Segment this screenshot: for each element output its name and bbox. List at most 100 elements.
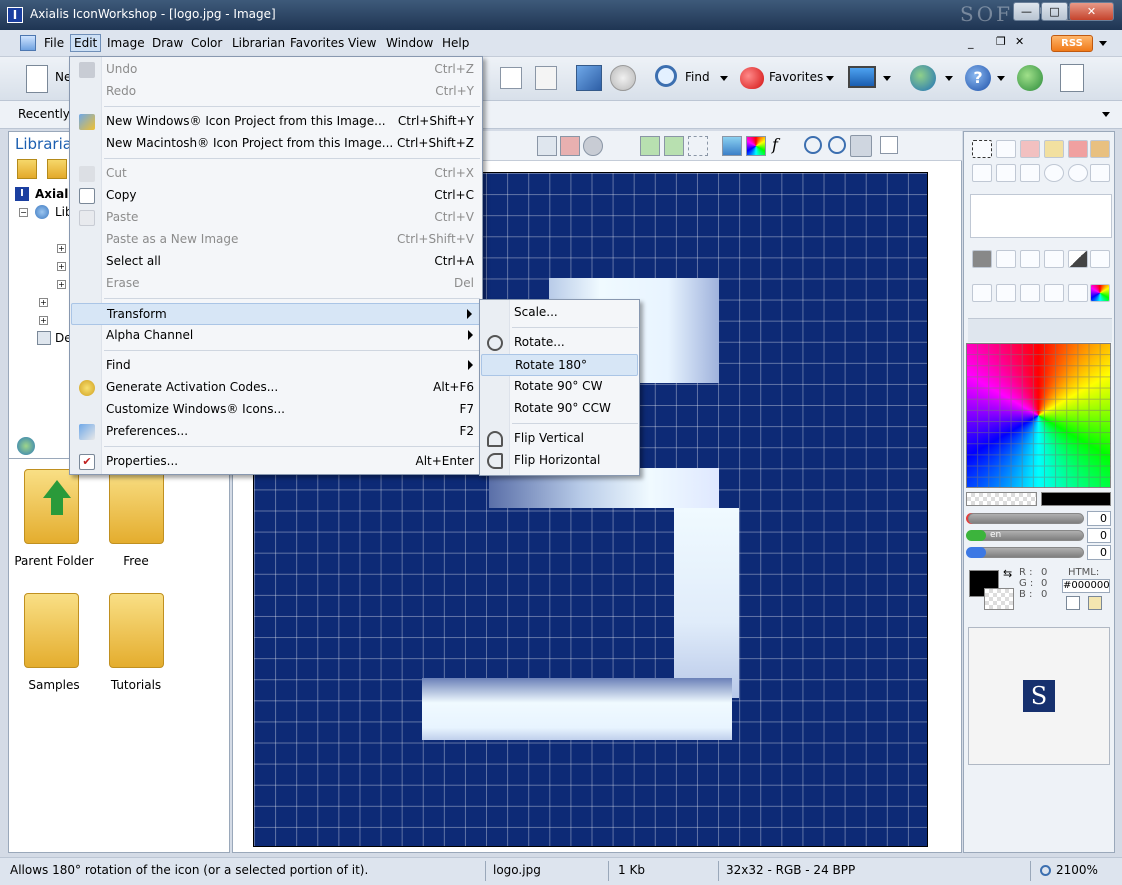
fill-mode-alt-icon[interactable] [1044,250,1064,268]
folder-label-parent[interactable]: Parent Folder [9,554,99,568]
submenu-item-scale[interactable]: Scale... [481,302,638,324]
filled-ellipse-tool-icon[interactable] [1068,164,1088,182]
folder-up-icon[interactable] [17,159,37,179]
submenu-item-rotate[interactable]: Rotate... [481,332,638,354]
brush-icon[interactable] [1068,140,1088,158]
menu-item-cut[interactable]: Cut Ctrl+X [71,163,481,185]
green-value[interactable]: 0 [1087,528,1111,543]
background-color-swatch[interactable] [984,588,1014,610]
font-tool-icon[interactable] [1044,284,1064,302]
menu-item-alpha-channel[interactable]: Alpha Channel [71,325,481,347]
fill-mode-diagonal-icon[interactable] [1068,250,1088,268]
find-button-label[interactable]: Find [685,70,710,84]
rss-dropdown-icon[interactable] [1099,41,1107,46]
folder-icon-tutorials[interactable] [109,593,164,668]
menu-file[interactable]: File [41,36,67,50]
monitor-icon[interactable] [848,66,876,88]
folder-label-free[interactable]: Free [91,554,181,568]
parent-folder-icon[interactable] [24,469,79,544]
menu-favorites[interactable]: Favorites [287,36,347,50]
submenu-item-flip-vertical[interactable]: Flip Vertical [481,428,638,450]
brush-size-selector[interactable] [970,194,1112,238]
search-icon[interactable] [655,65,677,87]
submenu-item-rotate-180[interactable]: Rotate 180° [481,354,638,376]
line-tool-icon[interactable] [972,164,992,182]
menu-item-properties[interactable]: ✔ Properties... Alt+Enter [71,451,481,473]
fill-mode-both-icon[interactable] [1020,250,1040,268]
color-effect-icon[interactable] [1090,284,1110,302]
pencil-icon[interactable] [1044,140,1064,158]
eyedropper-icon[interactable] [996,140,1016,158]
red-slider[interactable] [968,513,1084,524]
menu-window[interactable]: Window [383,36,436,50]
folder-label-samples[interactable]: Samples [9,678,99,692]
menu-edit[interactable]: Edit [70,34,102,52]
find-dropdown-icon[interactable] [720,76,728,81]
rss-button[interactable]: RSS [1051,35,1093,52]
inner-restore-button[interactable]: ❐ [996,35,1006,48]
select-tool-icon[interactable] [972,140,992,158]
rounded-rect-tool-icon[interactable] [1020,164,1040,182]
effect-tool-icon[interactable] [1068,284,1088,302]
swap-colors-icon[interactable]: ⇆ [1003,567,1012,580]
text-tool-icon[interactable] [972,284,992,302]
transparency-icon[interactable] [560,136,580,156]
favorites-dropdown-icon[interactable] [826,76,834,81]
grid-toggle-icon[interactable] [537,136,557,156]
zoom-out-icon[interactable] [828,136,846,154]
favorites-button-label[interactable]: Favorites [769,70,823,84]
monitor-dropdown-icon[interactable] [883,76,891,81]
heart-icon[interactable] [740,67,764,89]
image-icon[interactable] [722,136,742,156]
copy-toolbar-icon[interactable] [500,67,522,89]
tree-collapse-icon[interactable]: − [19,208,28,217]
menu-item-erase[interactable]: Erase Del [71,273,481,295]
red-value[interactable]: 0 [1087,511,1111,526]
image-editor-icon[interactable] [576,65,602,91]
folder-label-tutorials[interactable]: Tutorials [91,678,181,692]
folder-icon-free[interactable] [109,469,164,544]
minimize-button[interactable]: — [1013,2,1040,21]
tree-expand-icon[interactable]: + [39,298,48,307]
close-button[interactable]: ✕ [1069,2,1114,21]
submenu-item-rotate-90-cw[interactable]: Rotate 90° CW [481,376,638,398]
checklist-icon[interactable] [1060,64,1084,92]
menu-item-paste-new-image[interactable]: Paste as a New Image Ctrl+Shift+V [71,229,481,251]
transparent-swatch[interactable] [966,492,1037,506]
blue-value[interactable]: 0 [1087,545,1111,560]
address-dropdown-icon[interactable] [1102,112,1110,117]
menu-item-find[interactable]: Find [71,355,481,377]
html-color-field[interactable]: #000000 [1062,579,1110,593]
menu-item-copy[interactable]: Copy Ctrl+C [71,185,481,207]
help-icon[interactable]: ? [965,65,991,91]
menu-item-paste[interactable]: Paste Ctrl+V [71,207,481,229]
maximize-button[interactable]: □ [1041,2,1068,21]
tree-expand-icon[interactable]: + [57,262,66,271]
globe-icon[interactable] [910,65,936,91]
copy-color-icon[interactable] [1066,596,1080,610]
check-icon[interactable] [880,136,898,154]
menu-item-new-mac-project[interactable]: New Macintosh® Icon Project from this Im… [71,133,481,155]
menu-view[interactable]: View [345,36,379,50]
menu-image[interactable]: Image [104,36,148,50]
menu-draw[interactable]: Draw [149,36,186,50]
mask-icon[interactable] [583,136,603,156]
new-document-icon[interactable] [26,65,48,93]
flip-tool-icon[interactable] [1020,284,1040,302]
globe-dropdown-icon[interactable] [945,76,953,81]
fill-mode-outline-icon[interactable] [996,250,1016,268]
submenu-item-rotate-90-ccw[interactable]: Rotate 90° CCW [481,398,638,420]
palette-icon[interactable] [746,136,766,156]
menu-color[interactable]: Color [188,36,225,50]
fill-icon[interactable] [1090,140,1110,158]
rotate-tool-icon[interactable] [996,284,1016,302]
menu-item-preferences[interactable]: Preferences... F2 [71,421,481,443]
function-icon[interactable]: f [772,135,778,154]
new-folder-icon[interactable] [47,159,67,179]
rectangle-tool-icon[interactable] [996,164,1016,182]
paste-toolbar-icon[interactable] [535,66,557,90]
import-icon[interactable] [640,136,660,156]
menu-item-generate-activation-codes[interactable]: Generate Activation Codes... Alt+F6 [71,377,481,399]
menu-item-undo[interactable]: Undo Ctrl+Z [71,59,481,81]
menu-item-redo[interactable]: Redo Ctrl+Y [71,81,481,103]
